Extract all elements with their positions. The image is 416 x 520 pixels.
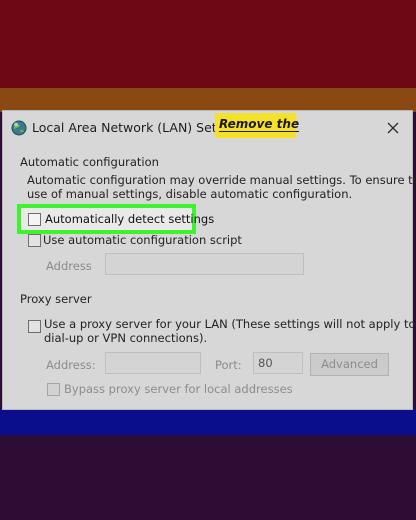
advanced-button[interactable]: Advanced [310, 353, 389, 376]
automatic-config-description-2: use of manual settings, disable automati… [27, 187, 353, 201]
background-blue-band [0, 409, 416, 435]
proxy-port-value: 80 [258, 356, 273, 370]
background-orange-band [0, 88, 416, 112]
script-address-field[interactable] [105, 253, 304, 275]
proxy-port-label: Port: [215, 358, 242, 372]
automatic-config-description-1: Automatic configuration may override man… [27, 173, 416, 187]
globe-network-icon [11, 120, 27, 136]
automatic-config-heading: Automatic configuration [20, 155, 159, 169]
dialog-titlebar: Local Area Network (LAN) Settings Remove… [3, 111, 412, 145]
instruction-callout: Remove the [215, 113, 300, 138]
auto-detect-checkbox[interactable] [28, 213, 41, 226]
auto-detect-label: Automatically detect settings [45, 212, 215, 226]
proxy-port-field[interactable]: 80 [253, 352, 303, 374]
instruction-callout-text: Remove the [219, 117, 300, 132]
script-address-label: Address [46, 259, 92, 273]
use-proxy-label-2: dial-up or VPN connections). [44, 331, 208, 345]
close-icon[interactable] [382, 117, 404, 139]
use-config-script-label: Use automatic configuration script [43, 233, 242, 247]
use-config-script-checkbox[interactable] [28, 234, 41, 247]
detect-settings-highlight[interactable]: Automatically detect settings [17, 204, 214, 234]
background-red-band [0, 0, 416, 88]
bypass-local-label: Bypass proxy server for local addresses [64, 382, 293, 396]
dialog-title: Local Area Network (LAN) Settings [32, 120, 216, 135]
background-purple-band [0, 435, 416, 520]
proxy-server-heading: Proxy server [20, 292, 92, 306]
lan-settings-dialog: Local Area Network (LAN) Settings Remove… [2, 110, 416, 410]
use-proxy-label-1: Use a proxy server for your LAN (These s… [44, 317, 416, 331]
use-proxy-checkbox[interactable] [28, 320, 41, 333]
proxy-address-field[interactable] [105, 352, 201, 374]
bypass-local-checkbox[interactable] [47, 383, 60, 396]
proxy-address-label: Address: [46, 358, 96, 372]
